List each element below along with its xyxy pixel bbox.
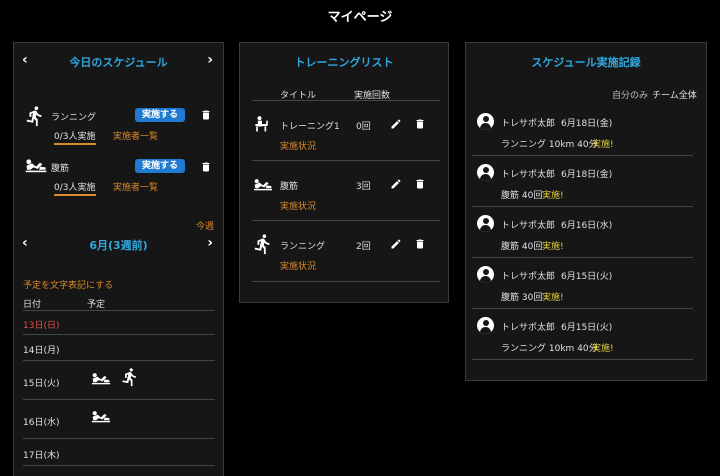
- col-header-plan: 予定: [87, 300, 106, 310]
- situp-icon: [90, 409, 112, 423]
- training-count: 3回: [356, 182, 371, 192]
- divider: [252, 100, 440, 101]
- participants-link[interactable]: 実施者一覧: [113, 180, 158, 193]
- divider: [472, 257, 693, 258]
- record-detail: 腹筋 30回: [501, 293, 543, 303]
- record-detail: ランニング 10km 40分: [501, 344, 598, 354]
- day-date: 17日(木): [23, 451, 60, 461]
- training-name: ランニング: [280, 242, 326, 252]
- records-panel: スケジュール実施記録 自分のみ チーム全体 トレサポ太郎 6月18日(金) ラン…: [465, 42, 707, 381]
- training-name: 腹筋: [280, 182, 299, 192]
- schedule-item-name: 腹筋: [51, 164, 70, 174]
- training-list-title: トレーニングリスト: [294, 56, 394, 69]
- edit-icon[interactable]: [390, 238, 402, 250]
- situp-icon: [252, 177, 274, 191]
- filter-self[interactable]: 自分のみ: [612, 88, 648, 101]
- trash-icon[interactable]: [414, 178, 426, 190]
- record-detail: 腹筋 40回: [501, 191, 543, 201]
- filter-team[interactable]: チーム全体: [652, 88, 697, 101]
- today-schedule-panel: ‹ 今日のスケジュール › ランニング 実施する 0/3人実施 実施者一覧 腹筋…: [13, 42, 224, 476]
- col-header-date: 日付: [23, 300, 42, 310]
- day-date-today: 13日(日): [23, 321, 60, 331]
- divider: [472, 308, 693, 309]
- situp-icon: [90, 371, 112, 385]
- record-done: 実施!: [542, 293, 564, 303]
- avatar-icon: [477, 215, 494, 232]
- page-title: マイページ: [327, 10, 393, 25]
- month-label: 6月(3週前): [89, 239, 148, 252]
- divider: [23, 334, 215, 335]
- record-date: 6月15日(火): [561, 323, 613, 333]
- edit-icon[interactable]: [390, 178, 402, 190]
- training-name: トレーニング1: [280, 122, 340, 132]
- status-link[interactable]: 実施状況: [280, 139, 316, 152]
- bench-icon: [252, 113, 272, 135]
- divider: [23, 399, 215, 400]
- record-date: 6月15日(火): [561, 272, 613, 282]
- record-detail: 腹筋 40回: [501, 242, 543, 252]
- avatar-icon: [477, 113, 494, 130]
- running-icon: [24, 105, 46, 127]
- record-detail: ランニング 10km 40分: [501, 140, 598, 150]
- record-user: トレサポ太郎: [501, 119, 556, 129]
- trash-icon[interactable]: [414, 238, 426, 250]
- record-date: 6月18日(金): [561, 170, 613, 180]
- status-link[interactable]: 実施状況: [280, 199, 316, 212]
- running-icon: [252, 233, 274, 255]
- trash-icon[interactable]: [200, 161, 212, 173]
- situp-icon: [24, 157, 48, 173]
- record-done: 実施!: [542, 191, 564, 201]
- status-link[interactable]: 実施状況: [280, 259, 316, 272]
- day-date: 15日(火): [23, 379, 60, 389]
- this-week-link[interactable]: 今週: [196, 219, 214, 232]
- divider: [23, 360, 215, 361]
- divider: [23, 438, 215, 439]
- avatar-icon: [477, 317, 494, 334]
- next-week-arrow[interactable]: ›: [207, 236, 213, 250]
- trash-icon[interactable]: [200, 109, 212, 121]
- divider: [472, 155, 693, 156]
- record-user: トレサポ太郎: [501, 170, 556, 180]
- record-done: 実施!: [592, 140, 614, 150]
- running-icon: [120, 367, 140, 387]
- record-user: トレサポ太郎: [501, 272, 556, 282]
- edit-icon[interactable]: [390, 118, 402, 130]
- record-done: 実施!: [592, 344, 614, 354]
- do-it-button[interactable]: 実施する: [135, 108, 185, 122]
- divider: [472, 359, 693, 360]
- divider: [23, 465, 215, 466]
- training-list-panel: トレーニングリスト タイトル 実施回数 トレーニング1 0回 実施状況 腹筋 3…: [239, 42, 449, 303]
- record-done: 実施!: [542, 242, 564, 252]
- participants-link[interactable]: 実施者一覧: [113, 129, 158, 142]
- record-user: トレサポ太郎: [501, 221, 556, 231]
- day-date: 14日(月): [23, 346, 60, 356]
- participation-count: 0/3人実施: [54, 129, 96, 145]
- divider: [472, 206, 693, 207]
- trash-icon[interactable]: [414, 118, 426, 130]
- training-count: 2回: [356, 242, 371, 252]
- do-it-button[interactable]: 実施する: [135, 159, 185, 173]
- participation-count: 0/3人実施: [54, 180, 96, 196]
- record-user: トレサポ太郎: [501, 323, 556, 333]
- next-day-arrow[interactable]: ›: [207, 53, 213, 67]
- text-notation-toggle[interactable]: 予定を文字表記にする: [23, 278, 113, 291]
- today-schedule-title: 今日のスケジュール: [69, 56, 168, 69]
- divider: [252, 281, 440, 282]
- training-count: 0回: [356, 122, 371, 132]
- divider: [252, 220, 440, 221]
- avatar-icon: [477, 164, 494, 181]
- divider: [23, 310, 215, 311]
- divider: [252, 160, 440, 161]
- day-date: 16日(水): [23, 418, 60, 428]
- avatar-icon: [477, 266, 494, 283]
- schedule-item-name: ランニング: [51, 113, 97, 123]
- record-date: 6月18日(金): [561, 119, 613, 129]
- record-date: 6月16日(水): [561, 221, 613, 231]
- records-title: スケジュール実施記録: [531, 56, 641, 69]
